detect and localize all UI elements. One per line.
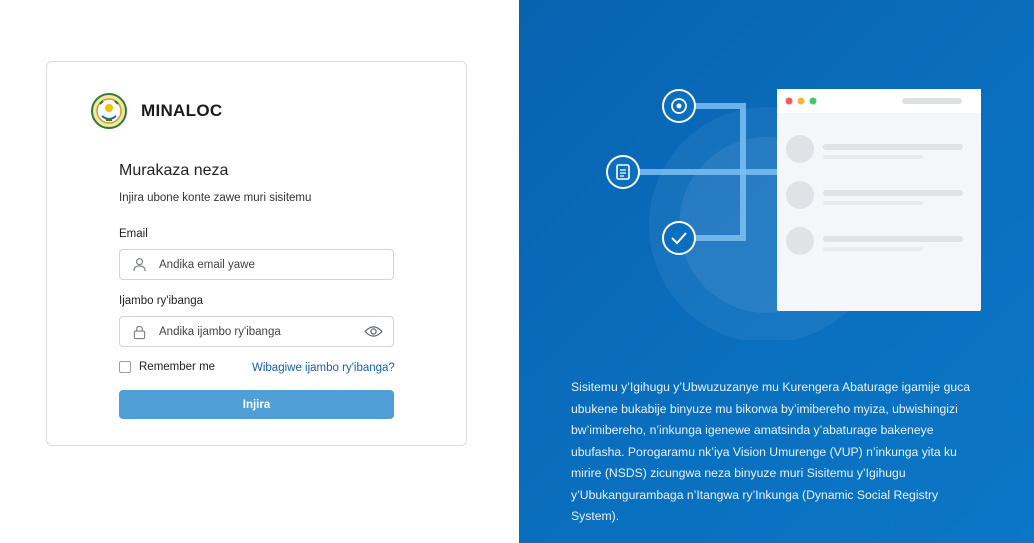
system-description: Sisitemu y’Igihugu y’Ubwuzuzanye mu Kure… bbox=[571, 380, 971, 523]
forgot-password-link[interactable]: Wibagiwe ijambo ry'ibanga? bbox=[252, 362, 395, 374]
brand: MINALOC bbox=[91, 92, 222, 130]
email-label: Email bbox=[119, 228, 148, 240]
remember-me: Remember me bbox=[119, 361, 215, 373]
login-button[interactable]: Injira bbox=[119, 390, 394, 419]
password-input[interactable] bbox=[159, 325, 363, 338]
window-mockup bbox=[777, 89, 981, 311]
eye-icon[interactable] bbox=[363, 324, 383, 340]
user-icon bbox=[131, 257, 147, 273]
password-label: Ijambo ry'ibanga bbox=[119, 295, 204, 307]
email-input[interactable] bbox=[159, 258, 393, 271]
page-title: Murakaza neza bbox=[119, 162, 229, 179]
remember-label: Remember me bbox=[139, 361, 216, 373]
page-subtitle: Injira ubone konte zawe muri sisitemu bbox=[119, 192, 312, 204]
login-card: MINALOC Murakaza neza Injira ubone konte… bbox=[46, 61, 467, 446]
coat-of-arms-logo bbox=[91, 93, 127, 129]
target-icon bbox=[662, 89, 696, 123]
email-field[interactable] bbox=[119, 249, 394, 280]
dashboard-illustration bbox=[606, 89, 981, 340]
info-panel: Sisitemu y’Igihugu y’Ubwuzuzanye mu Kure… bbox=[519, 0, 1034, 543]
document-icon bbox=[606, 155, 640, 189]
check-icon bbox=[662, 221, 696, 255]
lock-icon bbox=[131, 324, 147, 340]
login-panel: MINALOC Murakaza neza Injira ubone konte… bbox=[0, 0, 519, 543]
brand-name: MINALOC bbox=[141, 101, 223, 120]
remember-checkbox[interactable] bbox=[119, 361, 131, 373]
password-field[interactable] bbox=[119, 316, 394, 347]
